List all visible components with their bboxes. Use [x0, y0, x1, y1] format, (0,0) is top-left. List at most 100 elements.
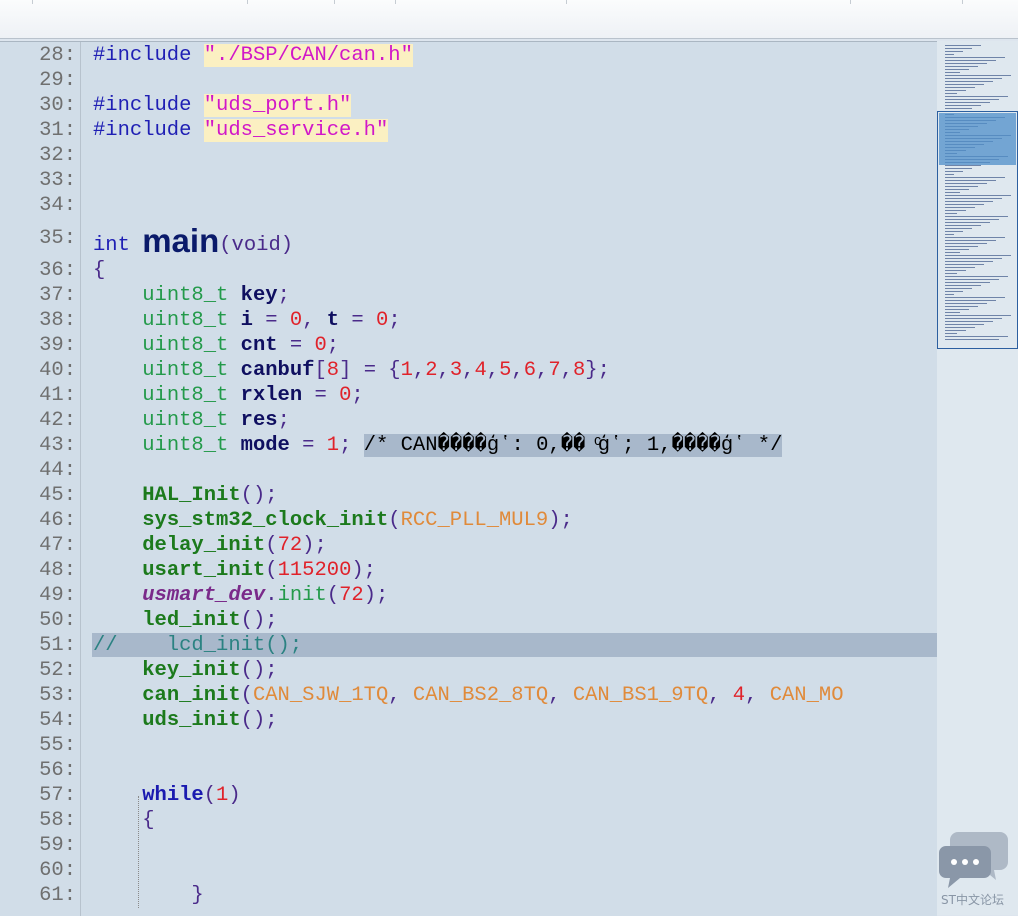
code-line[interactable]: 46: sys_stm32_clock_init(RCC_PLL_MUL9);	[0, 508, 937, 533]
code-token: (	[203, 784, 217, 807]
code-token: RCC_PLL_MUL9	[400, 509, 549, 532]
code-line[interactable]: 34:	[0, 193, 937, 218]
code-text: uint8_t mode = 1; /* CAN����ģʽ: 0,�� ͨģʽ…	[93, 433, 783, 458]
minimap-line	[945, 96, 1008, 97]
toolbar-separator	[395, 0, 396, 4]
code-text: led_init();	[93, 608, 277, 633]
code-line[interactable]: 57: while(1)	[0, 783, 937, 808]
code-text: HAL_Init();	[93, 483, 277, 508]
code-line[interactable]: 32:	[0, 143, 937, 168]
code-line[interactable]: 30: #include "uds_port.h"	[0, 93, 937, 118]
line-number: 54:	[39, 709, 76, 732]
code-line[interactable]: 60:	[0, 858, 937, 883]
code-line[interactable]: 54: uds_init();	[0, 708, 937, 733]
code-token: =	[302, 384, 340, 407]
code-line[interactable]: 36: {	[0, 258, 937, 283]
code-token: (	[326, 584, 340, 607]
code-token: =	[252, 309, 290, 332]
code-line[interactable]: 51: // lcd_init();	[0, 633, 937, 658]
code-token: ;	[277, 284, 290, 307]
code-line[interactable]: 53: can_init(CAN_SJW_1TQ, CAN_BS2_8TQ, C…	[0, 683, 937, 708]
code-token: CAN_BS1_9TQ	[572, 684, 709, 707]
code-line[interactable]: 44:	[0, 458, 937, 483]
code-line[interactable]: 33:	[0, 168, 937, 193]
code-line[interactable]: 50: led_init();	[0, 608, 937, 633]
code-token: 0	[314, 334, 327, 357]
code-text: usart_init(115200);	[93, 558, 376, 583]
code-line[interactable]: 55:	[0, 733, 937, 758]
code-token: {	[93, 259, 106, 282]
code-token: ,	[486, 359, 500, 382]
line-number: 41:	[39, 384, 76, 407]
code-text: {	[93, 258, 105, 283]
minimap-line	[945, 84, 984, 85]
code-line[interactable]: 41: uint8_t rxlen = 0;	[0, 383, 937, 408]
code-token: .	[265, 584, 278, 607]
code-token: uint8_t	[142, 384, 229, 407]
code-line[interactable]: 61: }	[0, 883, 937, 908]
code-token: ;	[326, 334, 340, 357]
toolbar	[0, 0, 1018, 39]
code-line[interactable]: 39: uint8_t cnt = 0;	[0, 333, 937, 358]
minimap-line	[945, 54, 954, 55]
code-line[interactable]: 52: key_init();	[0, 658, 937, 683]
minimap-line	[945, 78, 1002, 79]
code-line[interactable]: 29:	[0, 68, 937, 93]
line-number: 28:	[39, 44, 76, 67]
line-number: 37:	[39, 284, 76, 307]
line-number: 32:	[39, 144, 76, 167]
minimap-line	[945, 102, 990, 103]
line-number: 46:	[39, 509, 76, 532]
code-token: }	[191, 884, 204, 907]
minimap[interactable]	[937, 41, 1018, 915]
code-editor[interactable]: 28: #include "./BSP/CAN/can.h" 29: 30: #incl…	[0, 41, 937, 916]
code-line[interactable]: 43: uint8_t mode = 1; /* CAN����ģʽ: 0,��…	[0, 433, 937, 458]
code-token: CAN_MO	[769, 684, 844, 707]
minimap-line	[945, 63, 987, 64]
code-line[interactable]: 48: usart_init(115200);	[0, 558, 937, 583]
code-token: t	[326, 309, 340, 332]
code-token: 4	[474, 359, 487, 382]
code-text: uint8_t canbuf[8] = {1,2,3,4,5,6,7,8};	[93, 358, 610, 383]
line-number: 53:	[39, 684, 76, 707]
minimap-line	[945, 51, 963, 52]
code-line[interactable]: 40: uint8_t canbuf[8] = {1,2,3,4,5,6,7,8…	[0, 358, 937, 383]
code-line[interactable]: 35: int main(void)	[0, 224, 937, 257]
code-token: CAN_SJW_1TQ	[252, 684, 389, 707]
code-token: "./BSP/CAN/can.h"	[203, 44, 413, 67]
code-text: sys_stm32_clock_init(RCC_PLL_MUL9);	[93, 508, 573, 533]
code-line[interactable]: 28: #include "./BSP/CAN/can.h"	[0, 43, 937, 68]
code-line[interactable]: 31: #include "uds_service.h"	[0, 118, 937, 143]
line-number: 35:	[39, 227, 76, 250]
code-token: mode	[240, 434, 290, 457]
minimap-line	[945, 57, 1005, 58]
line-number: 38:	[39, 309, 76, 332]
code-line[interactable]: 42: uint8_t res;	[0, 408, 937, 433]
code-line[interactable]: 56:	[0, 758, 937, 783]
code-token: HAL_Init	[142, 484, 241, 507]
line-number: 47:	[39, 534, 76, 557]
code-line[interactable]: 59:	[0, 833, 937, 858]
code-line[interactable]: 58: {	[0, 808, 937, 833]
code-line[interactable]: 49: usmart_dev.init(72);	[0, 583, 937, 608]
code-token: 4	[732, 684, 746, 707]
code-line[interactable]: 47: delay_init(72);	[0, 533, 937, 558]
minimap-line	[945, 45, 981, 46]
code-text: can_init(CAN_SJW_1TQ, CAN_BS2_8TQ, CAN_B…	[93, 683, 844, 708]
code-line[interactable]: 45: HAL_Init();	[0, 483, 937, 508]
code-token: sys_stm32_clock_init	[142, 509, 389, 532]
code-token: ,	[511, 359, 524, 382]
code-token: can_init	[142, 684, 241, 707]
minimap-line	[945, 72, 960, 73]
minimap-viewport[interactable]	[937, 111, 1018, 349]
code-line[interactable]: 37: uint8_t key;	[0, 283, 937, 308]
code-line[interactable]: 38: uint8_t i = 0, t = 0;	[0, 308, 937, 333]
code-token: /* CAN����ģʽ: 0,�� ͨģʽ; 1,����ģʽ */	[363, 434, 783, 457]
